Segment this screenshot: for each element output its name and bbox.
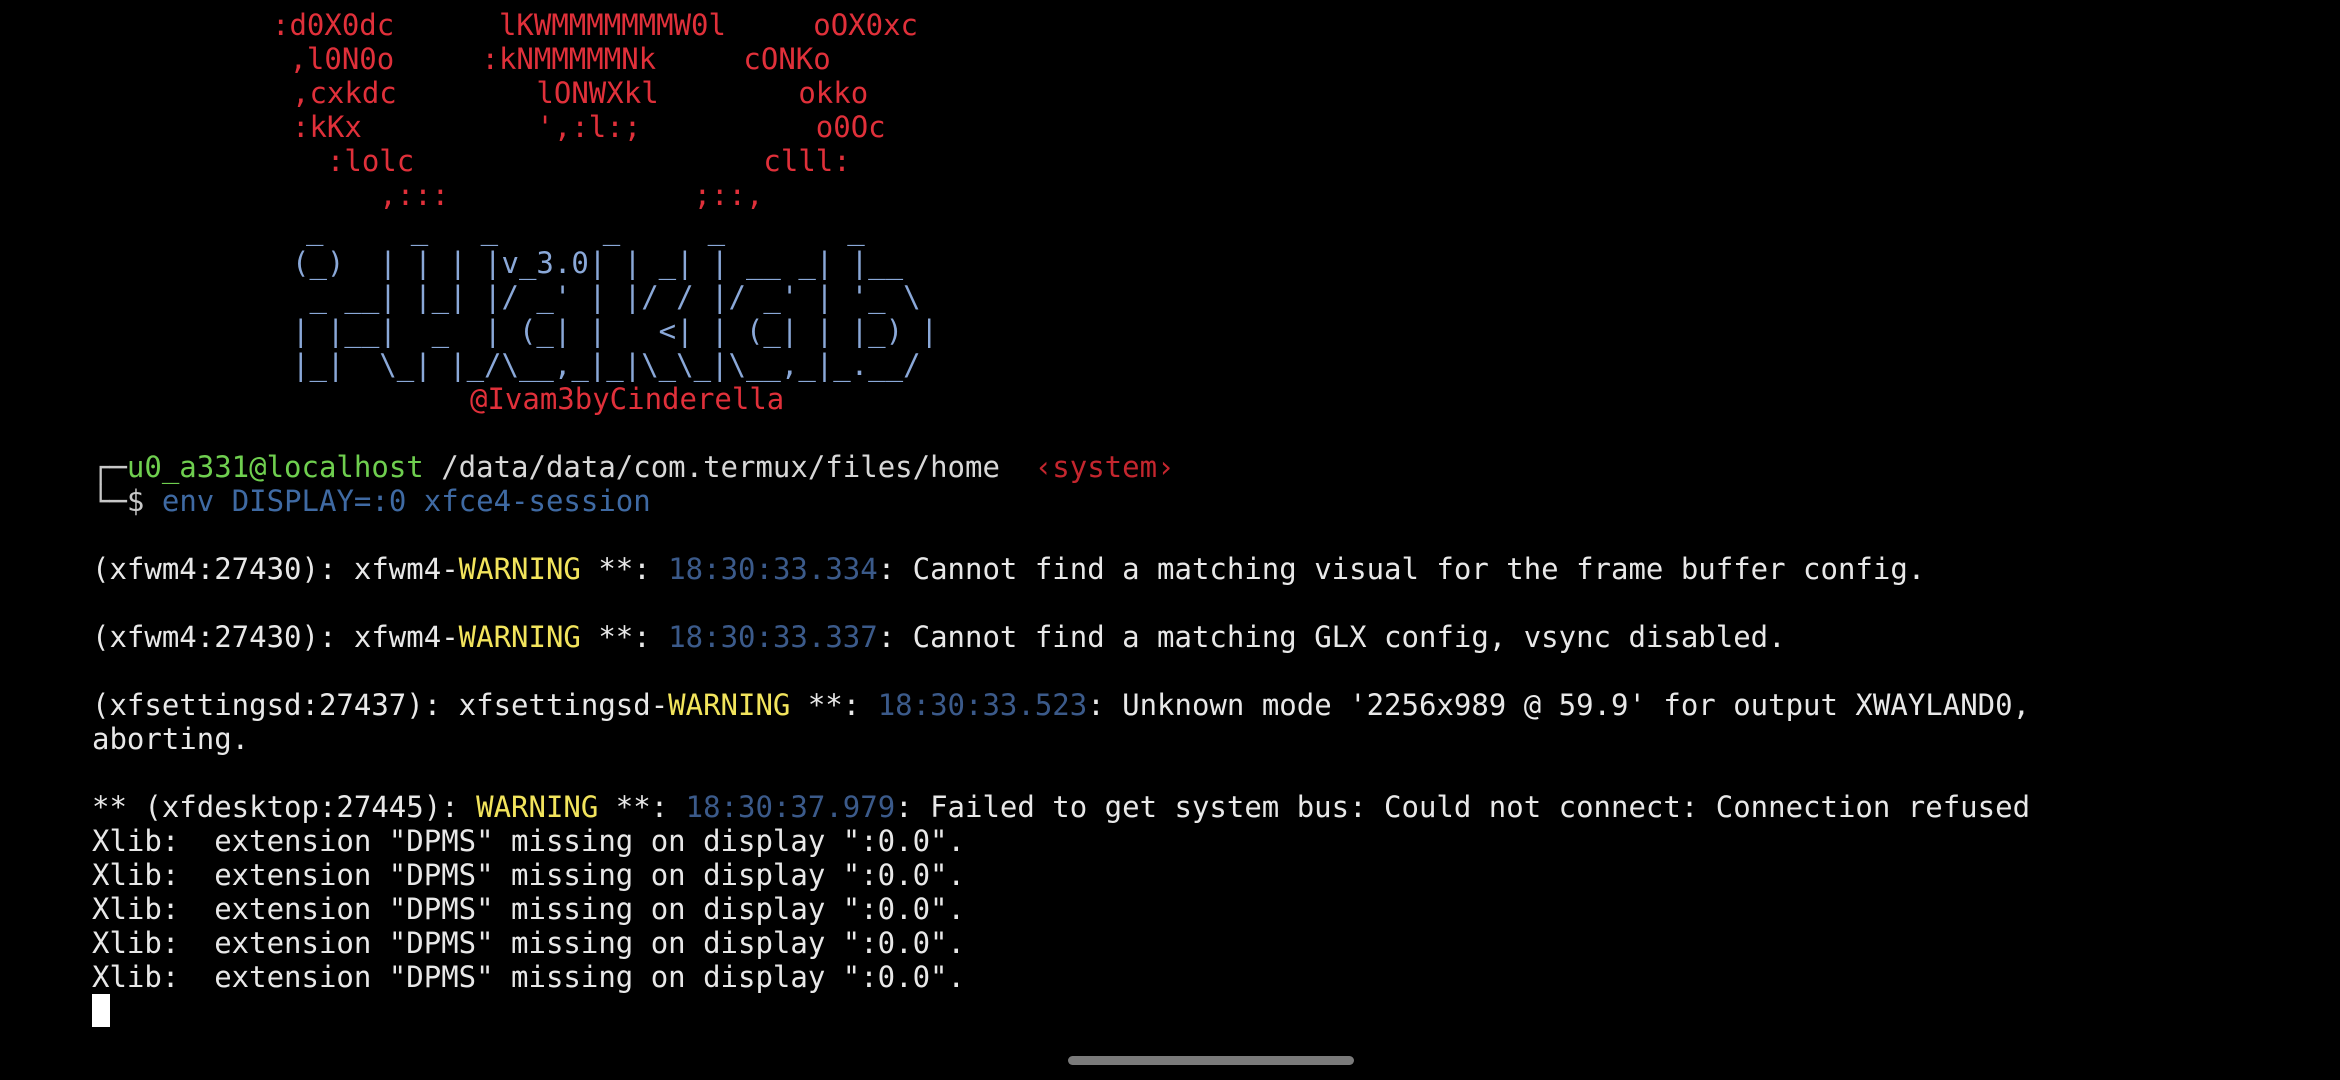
banner-logo-line: _ _ _ _ _ _ <box>306 212 865 246</box>
log-separator: **: <box>598 790 686 824</box>
log-message: : Failed to get system bus: Could not co… <box>895 790 2031 824</box>
banner-art-line: ,l0N0o :kNMMMMMNk cONKo <box>272 42 831 76</box>
log-source: ** (xfdesktop:27445): <box>92 790 477 824</box>
banner-logo-line: _ __| |_| |/ _' | |/ / |/ _' | '_ \ <box>292 280 921 314</box>
log-level: WARNING <box>668 688 791 722</box>
log-line: Xlib: extension "DPMS" missing on displa… <box>92 892 965 926</box>
log-warning-line: (xfwm4:27430): xfwm4-WARNING **: 18:30:3… <box>92 620 1786 654</box>
terminal-screen[interactable]: :d0X0dc lKWMMMMMMMW0l oOX0xc ,l0N0o :kNM… <box>0 0 2340 1080</box>
prompt-tree-bottom: └─ <box>92 484 127 518</box>
log-line: Xlib: extension "DPMS" missing on displa… <box>92 926 965 960</box>
prompt-cwd: /data/data/com.termux/files/home <box>441 450 1000 484</box>
log-timestamp: 18:30:33.523 <box>877 688 1088 722</box>
prompt-user-host: u0_a331@localhost <box>126 450 424 484</box>
banner-art-line: ,::: ;::, <box>292 178 764 212</box>
log-line: Xlib: extension "DPMS" missing on displa… <box>92 960 965 994</box>
log-source: (xfsettingsd:27437): xfsettingsd- <box>92 688 669 722</box>
log-message: : Cannot find a matching visual for the … <box>877 552 1926 586</box>
banner-logo-line: | |__| _ | (_| | <| | (_| | |_) | <box>292 314 939 348</box>
banner-author: @Ivam3byCinderella <box>470 382 785 416</box>
log-separator: **: <box>580 552 669 586</box>
banner-art-line: :d0X0dc lKWMMMMMMMW0l oOX0xc <box>272 8 919 42</box>
log-timestamp: 18:30:37.979 <box>685 790 896 824</box>
log-warning-line: ** (xfdesktop:27445): WARNING **: 18:30:… <box>92 790 2030 824</box>
gesture-navigation-bar[interactable] <box>1068 1056 1354 1065</box>
prompt-tree-top: ┌─ <box>92 450 127 484</box>
prompt-context: ‹system› <box>1034 450 1175 484</box>
log-level: WARNING <box>476 790 599 824</box>
prompt-header: ┌─u0_a331@localhost /data/data/com.termu… <box>92 450 1175 484</box>
log-timestamp: 18:30:33.337 <box>668 620 878 654</box>
log-level: WARNING <box>458 552 581 586</box>
log-line: Xlib: extension "DPMS" missing on displa… <box>92 858 965 892</box>
log-warning-line: (xfsettingsd:27437): xfsettingsd-WARNING… <box>92 688 2030 722</box>
log-source: (xfwm4:27430): xfwm4- <box>92 620 459 654</box>
log-separator: **: <box>790 688 878 722</box>
banner-logo-line: (_) | | | |v_3.0| | _| | __ _| |__ <box>292 246 904 280</box>
log-message: : Cannot find a matching GLX config, vsy… <box>877 620 1786 654</box>
log-line: Xlib: extension "DPMS" missing on displa… <box>92 824 965 858</box>
log-source: (xfwm4:27430): xfwm4- <box>92 552 459 586</box>
log-level: WARNING <box>458 620 581 654</box>
log-warning-line: (xfwm4:27430): xfwm4-WARNING **: 18:30:3… <box>92 552 1925 586</box>
banner-art-line: :kKx ',:l:; o0Oc <box>292 110 886 144</box>
log-continuation: aborting. <box>92 722 250 756</box>
prompt-command: env DISPLAY=:0 xfce4-session <box>161 484 651 518</box>
banner-art-line: :lolc clll: <box>292 144 851 178</box>
log-separator: **: <box>580 620 669 654</box>
log-message: : Unknown mode '2256x989 @ 59.9' for out… <box>1087 688 2031 722</box>
banner-art-line: ,cxkdc lONWXkl okko <box>292 76 869 110</box>
log-timestamp: 18:30:33.334 <box>668 552 878 586</box>
prompt-command-line: └─$ env DISPLAY=:0 xfce4-session <box>92 484 651 518</box>
prompt-symbol: $ <box>126 484 145 518</box>
banner-logo-line: |_| \_| |_/\__,_|_|\_\_|\__,_|_.__/ <box>292 348 921 382</box>
terminal-cursor[interactable] <box>92 994 110 1027</box>
